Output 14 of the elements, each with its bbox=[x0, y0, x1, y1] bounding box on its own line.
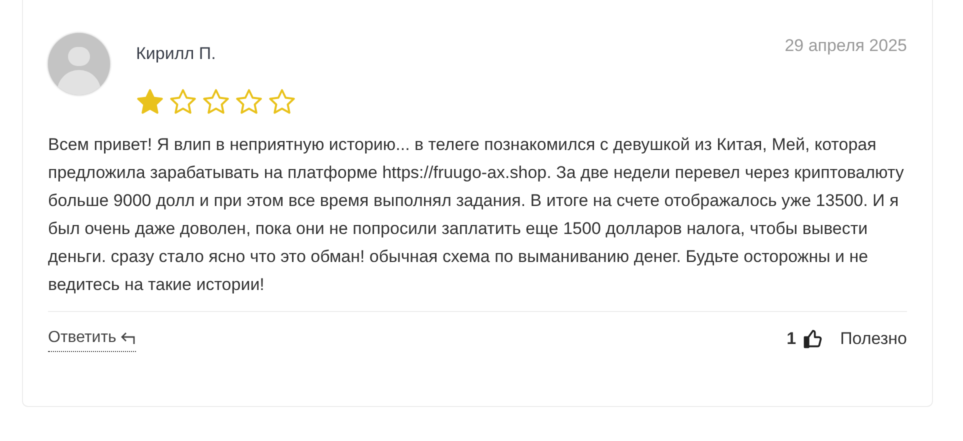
review-text: Всем привет! Я влип в неприятную историю... в телеге познакомился с девушкой из Китая, Мей, которая предложила зарабатывать на платформе https://fruugo-ax.shop. За две недели перевел через криптовалюту больше 9000 долл и при этом все время выполнял задания. В итоге на счете отображалось уже 13500. И я был очень даже доволен, пока они не попросили заплатить еще 1500 долларов налога, чтобы вывести деньги. сразу стало ясно что это обман! обычная схема по выманиванию денег. Будьте осторожны и не ведитесь на такие истории! bbox=[48, 134, 905, 296]
empty-star-icon bbox=[168, 86, 198, 116]
helpful-button[interactable]: Полезно bbox=[840, 326, 907, 352]
empty-star-icon bbox=[234, 86, 264, 116]
author-name: Кирилл П. bbox=[136, 43, 216, 65]
reply-arrow-icon bbox=[120, 330, 136, 344]
avatar-icon bbox=[48, 33, 110, 95]
empty-star-icon bbox=[267, 86, 297, 116]
empty-star-icon bbox=[201, 86, 231, 116]
thumbs-up-icon[interactable] bbox=[802, 328, 824, 350]
reply-link[interactable]: Ответить bbox=[48, 326, 136, 352]
helpful-count: 1 bbox=[786, 328, 796, 350]
filled-star-icon bbox=[135, 86, 165, 116]
review-date: 29 апреля 2025 bbox=[784, 35, 907, 57]
